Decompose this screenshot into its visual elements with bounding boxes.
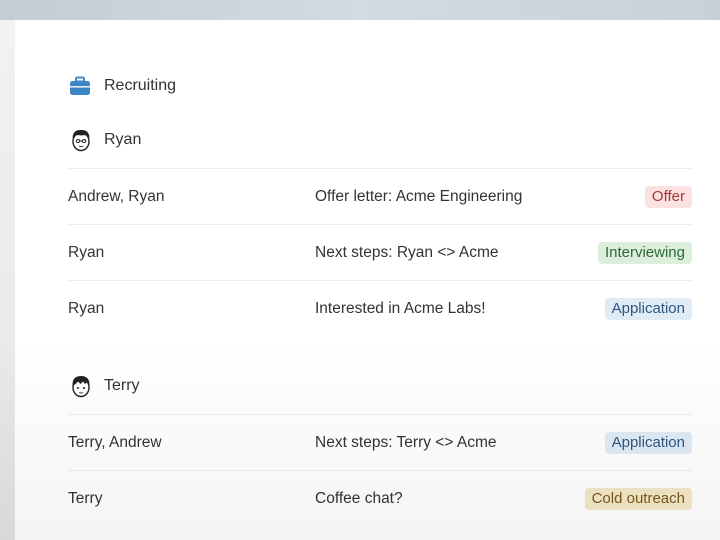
top-window-band	[0, 0, 720, 20]
row-people: Ryan	[68, 299, 105, 317]
status-badge[interactable]: Application	[604, 297, 692, 320]
status-badge[interactable]: Cold outreach	[584, 487, 692, 510]
table-row[interactable]: Ryan Interested in Acme Labs! Applicatio…	[68, 280, 692, 336]
recruiting-list: Recruiting Ryan Andrew, Ryan Offer lette…	[68, 60, 692, 526]
section-header: Recruiting	[68, 60, 692, 112]
row-people: Ryan	[68, 243, 105, 261]
group-header[interactable]: Terry	[68, 358, 692, 414]
status-badge[interactable]: Interviewing	[597, 241, 692, 264]
table-row[interactable]: Ryan Next steps: Ryan <> Acme Interviewi…	[68, 224, 692, 280]
table-row[interactable]: Terry Coffee chat? Cold outreach	[68, 470, 692, 526]
group-terry: Terry Terry, Andrew Next steps: Terry <>…	[68, 358, 692, 526]
table-row[interactable]: Andrew, Ryan Offer letter: Acme Engineer…	[68, 168, 692, 224]
briefcase-icon	[68, 74, 92, 98]
group-header[interactable]: Ryan	[68, 112, 692, 168]
group-name: Ryan	[104, 131, 142, 148]
row-subject: Interested in Acme Labs!	[315, 299, 486, 317]
left-window-edge	[0, 20, 15, 540]
table-row[interactable]: Terry, Andrew Next steps: Terry <> Acme …	[68, 414, 692, 470]
group-name: Terry	[104, 377, 140, 394]
row-subject: Coffee chat?	[315, 489, 403, 507]
terry-avatar	[68, 373, 94, 399]
row-subject: Offer letter: Acme Engineering	[315, 187, 523, 205]
section-title: Recruiting	[104, 77, 177, 94]
row-people: Terry	[68, 489, 103, 507]
row-subject: Next steps: Terry <> Acme	[315, 433, 497, 451]
group-ryan: Ryan Andrew, Ryan Offer letter: Acme Eng…	[68, 112, 692, 336]
ryan-avatar	[68, 127, 94, 153]
status-badge[interactable]: Application	[604, 431, 692, 454]
row-subject: Next steps: Ryan <> Acme	[315, 243, 499, 261]
row-people: Terry, Andrew	[68, 433, 162, 451]
status-badge[interactable]: Offer	[644, 185, 692, 208]
row-people: Andrew, Ryan	[68, 187, 165, 205]
